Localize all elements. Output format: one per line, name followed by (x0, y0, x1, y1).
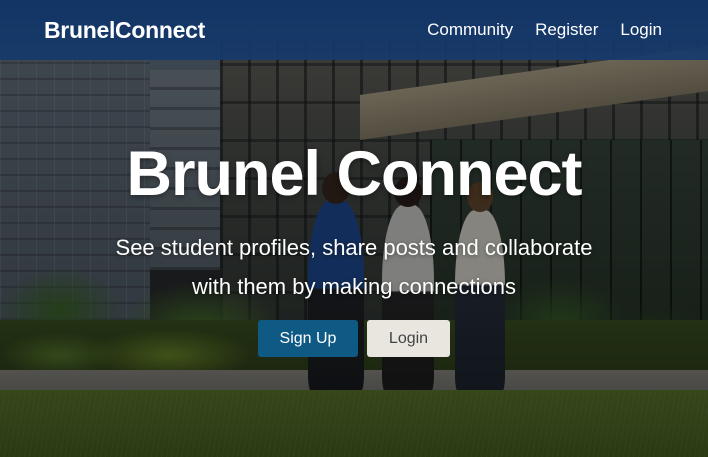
hero-subtitle-line-1: See student profiles, share posts and co… (115, 235, 593, 260)
hero-title: Brunel Connect (126, 139, 582, 209)
login-button[interactable]: Login (367, 320, 450, 357)
hero-subtitle: See student profiles, share posts and co… (54, 228, 654, 306)
nav-link-community[interactable]: Community (427, 18, 513, 42)
page: BrunelConnect Community Register Login B… (0, 0, 708, 457)
brand-logo-link[interactable]: BrunelConnect (44, 15, 205, 45)
nav-link-login[interactable]: Login (620, 18, 662, 42)
navbar: BrunelConnect Community Register Login (0, 0, 708, 60)
hero-subtitle-line-2: with them by making connections (191, 274, 517, 299)
hero-actions: Sign Up Login (0, 320, 708, 357)
nav-links: Community Register Login (427, 18, 662, 42)
hero-section: Brunel Connect See student profiles, sha… (0, 60, 708, 457)
signup-button[interactable]: Sign Up (258, 320, 358, 357)
nav-link-register[interactable]: Register (535, 18, 598, 42)
